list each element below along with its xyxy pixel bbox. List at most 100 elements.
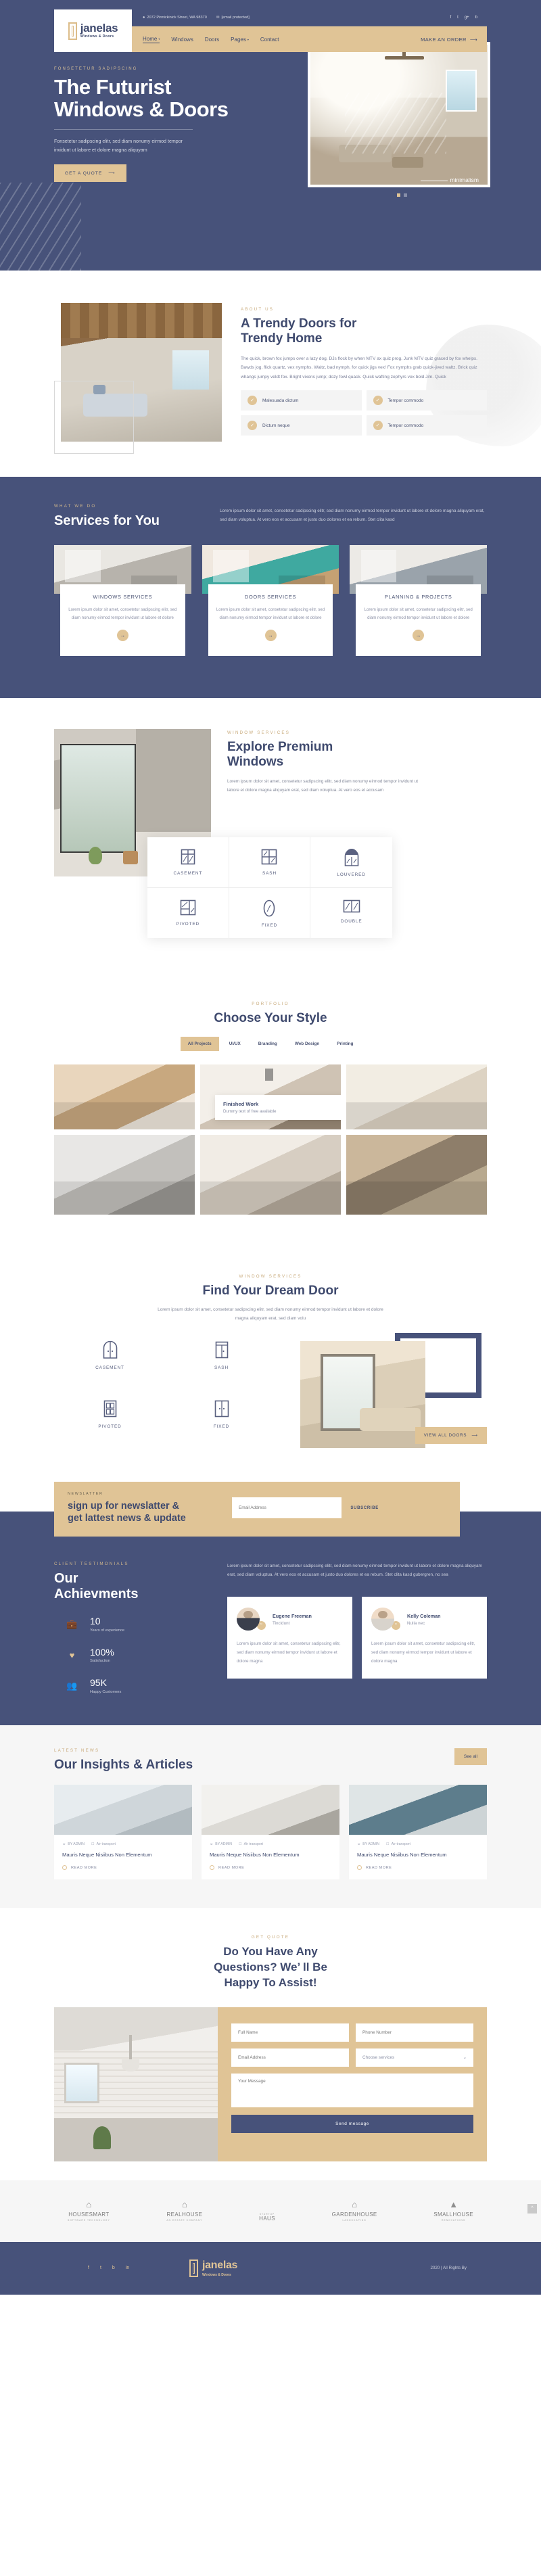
nav-item-contact[interactable]: Contact (260, 37, 279, 43)
blog-post-card[interactable]: ☺ BY ADMIN ☐ Air transport Mauris Neque Ni… (54, 1785, 192, 1880)
service-card[interactable]: WINDOWS SERVICES Lorem ipsum dolor sit a… (54, 545, 191, 656)
portfolio-eyebrow: PORTFOLIO (252, 1001, 289, 1006)
newsletter-email-input[interactable] (232, 1497, 342, 1519)
window-type-pivoted[interactable]: PIVOTED (147, 887, 229, 938)
service-name: WINDOWS SERVICES (93, 594, 153, 600)
site-logo[interactable]: janelas Windows & Doors (54, 9, 132, 52)
filter-branding[interactable]: Branding (251, 1037, 285, 1051)
explore-title: Explore Premium Windows (227, 739, 333, 770)
nav-item-pages[interactable]: Pages ▾ (231, 37, 249, 43)
window-type-double[interactable]: DOUBLE (310, 888, 392, 938)
gallery-item[interactable] (54, 1135, 195, 1215)
window-type-casement[interactable]: CASEMENT (147, 837, 229, 888)
newsletter-box: NEWSLATTER sign up for newslatter & get … (54, 1481, 460, 1537)
stat-label: Years of experience (90, 1628, 125, 1633)
gallery-item[interactable] (54, 1064, 195, 1130)
gallery-item[interactable] (346, 1064, 487, 1130)
door-type-sash[interactable]: SASH (166, 1341, 277, 1370)
make-an-order-button[interactable]: MAKE AN ORDER ⟶ (421, 37, 487, 43)
filter-ui-ux[interactable]: UI/UX (222, 1037, 248, 1051)
blog-title: Our Insights & Articles (54, 1757, 193, 1772)
phone-field[interactable] (356, 2023, 473, 2042)
explore-eyebrow: WINDOW SERVICES (227, 730, 291, 735)
behance-icon[interactable]: b (475, 16, 477, 20)
scroll-to-top-button[interactable]: ^ (527, 2203, 537, 2214)
header-email[interactable]: ✉ [email protected] (216, 16, 250, 20)
read-more-link[interactable]: READ MORE (210, 1865, 331, 1871)
facebook-icon[interactable]: f (88, 2266, 89, 2270)
hero-carousel-dots[interactable] (397, 193, 407, 197)
service-card[interactable]: PLANNING & PROJECTS Lorem ipsum dolor si… (350, 545, 488, 656)
read-more-link[interactable]: READ MORE (357, 1865, 479, 1871)
house-icon: ⌂ (86, 2199, 92, 2209)
linkedin-icon[interactable]: in (126, 2266, 129, 2270)
services-eyebrow: WHAT WE DO (54, 504, 97, 509)
nav-item-home[interactable]: Home ▾ (143, 36, 160, 43)
dream-eyebrow: WINDOW SERVICES (239, 1274, 302, 1280)
window-type-sash[interactable]: SASH (229, 837, 311, 888)
full-name-field[interactable] (231, 2023, 349, 2042)
subscribe-button[interactable]: SUBSCRIBE (342, 1497, 387, 1519)
view-all-doors-button[interactable]: VIEW ALL DOORS ⟶ (415, 1426, 487, 1444)
send-message-button[interactable]: Send message (231, 2114, 473, 2133)
google-plus-icon[interactable]: g+ (465, 16, 469, 20)
message-field[interactable] (231, 2073, 473, 2107)
twitter-icon[interactable]: t (457, 16, 458, 20)
nav-item-windows[interactable]: Windows (171, 37, 193, 43)
stat-value: 100% (90, 1646, 114, 1658)
email-input[interactable] (238, 2055, 342, 2060)
post-title: Mauris Neque Nisiibus Non Elementum (357, 1852, 447, 1858)
testimonial-name: Eugene Freeman (273, 1612, 312, 1619)
arrow-right-icon[interactable]: → (116, 629, 128, 641)
partner-logo: ▲ SMALLHOUSE RENOVATIONS (433, 2199, 473, 2222)
door-type-pivoted[interactable]: PIVOTED (54, 1400, 166, 1429)
folder-icon: ☐ (386, 1842, 390, 1847)
service-desc: Lorem ipsum dolor sit amet, consetetur s… (216, 607, 325, 620)
nav-item-doors[interactable]: Doors (205, 37, 219, 43)
footer-logo[interactable]: janelas Windows & Doors (189, 2259, 237, 2277)
gallery-item[interactable] (200, 1135, 341, 1215)
blog-post-card[interactable]: ☺ BY ADMIN ☐ Air transport Mauris Neque Ni… (202, 1785, 339, 1880)
arrow-right-icon[interactable]: → (264, 629, 277, 641)
door-type-fixed[interactable]: FIXED (166, 1400, 277, 1429)
message-textarea[interactable] (238, 2078, 467, 2102)
window-type-fixed[interactable]: FIXED (229, 887, 311, 938)
post-title: Mauris Neque Nisiibus Non Elementum (62, 1852, 152, 1858)
folder-icon: ☐ (239, 1842, 242, 1847)
filter-printing[interactable]: Printing (329, 1037, 360, 1051)
facebook-icon[interactable]: f (450, 16, 451, 20)
post-image (202, 1785, 339, 1835)
carousel-dot-2[interactable] (404, 193, 407, 197)
arrow-right-icon: ⟶ (471, 1432, 478, 1438)
behance-icon[interactable]: b (112, 2266, 115, 2270)
filter-all-projects[interactable]: All Projects (180, 1037, 219, 1052)
newsletter-title: sign up for newslatter & get lattest new… (68, 1500, 186, 1524)
achievements-title: Our Achievments (54, 1570, 139, 1601)
get-a-quote-button[interactable]: GET A QUOTE ⟶ (54, 164, 126, 183)
hero-title-line2: Windows & Doors (54, 97, 229, 121)
header-social-links: f t g+ b (450, 16, 487, 20)
achievements-eyebrow: CLIENT TESTIMONIALS (54, 1561, 129, 1566)
location-pin-icon: ● (143, 16, 145, 20)
contact-eyebrow: GET QUOTE (251, 1935, 290, 1940)
email-field[interactable] (231, 2048, 349, 2067)
house-icon: ⌂ (182, 2199, 187, 2209)
partner-logo: STARTUP HAUS (259, 2212, 275, 2222)
gallery-item[interactable] (346, 1135, 487, 1215)
main-navigation: Home ▾ Windows Doors Pages ▾ Contact MAK… (132, 26, 487, 52)
filter-web-design[interactable]: Web Design (287, 1037, 327, 1051)
full-name-input[interactable] (238, 2030, 342, 2035)
window-type-louvered[interactable]: LOUVERED (310, 837, 392, 888)
service-select-field[interactable]: Choose services ⌄ (356, 2048, 473, 2067)
door-type-casement[interactable]: CASEMENT (54, 1340, 166, 1370)
arrow-right-icon[interactable]: → (413, 629, 425, 641)
service-card[interactable]: DOORS SERVICES Lorem ipsum dolor sit ame… (202, 545, 339, 656)
twitter-icon[interactable]: t (100, 2266, 101, 2270)
post-author: ☺ BY ADMIN (357, 1842, 379, 1847)
gallery-item[interactable]: Finished Work Dummy text of free availab… (200, 1064, 341, 1130)
read-more-link[interactable]: READ MORE (62, 1865, 184, 1871)
see-all-button[interactable]: See all (454, 1748, 487, 1765)
blog-post-card[interactable]: ☺ BY ADMIN ☐ Air transport Mauris Neque Ni… (349, 1785, 487, 1880)
phone-input[interactable] (362, 2030, 467, 2035)
carousel-dot-1[interactable] (397, 193, 400, 197)
